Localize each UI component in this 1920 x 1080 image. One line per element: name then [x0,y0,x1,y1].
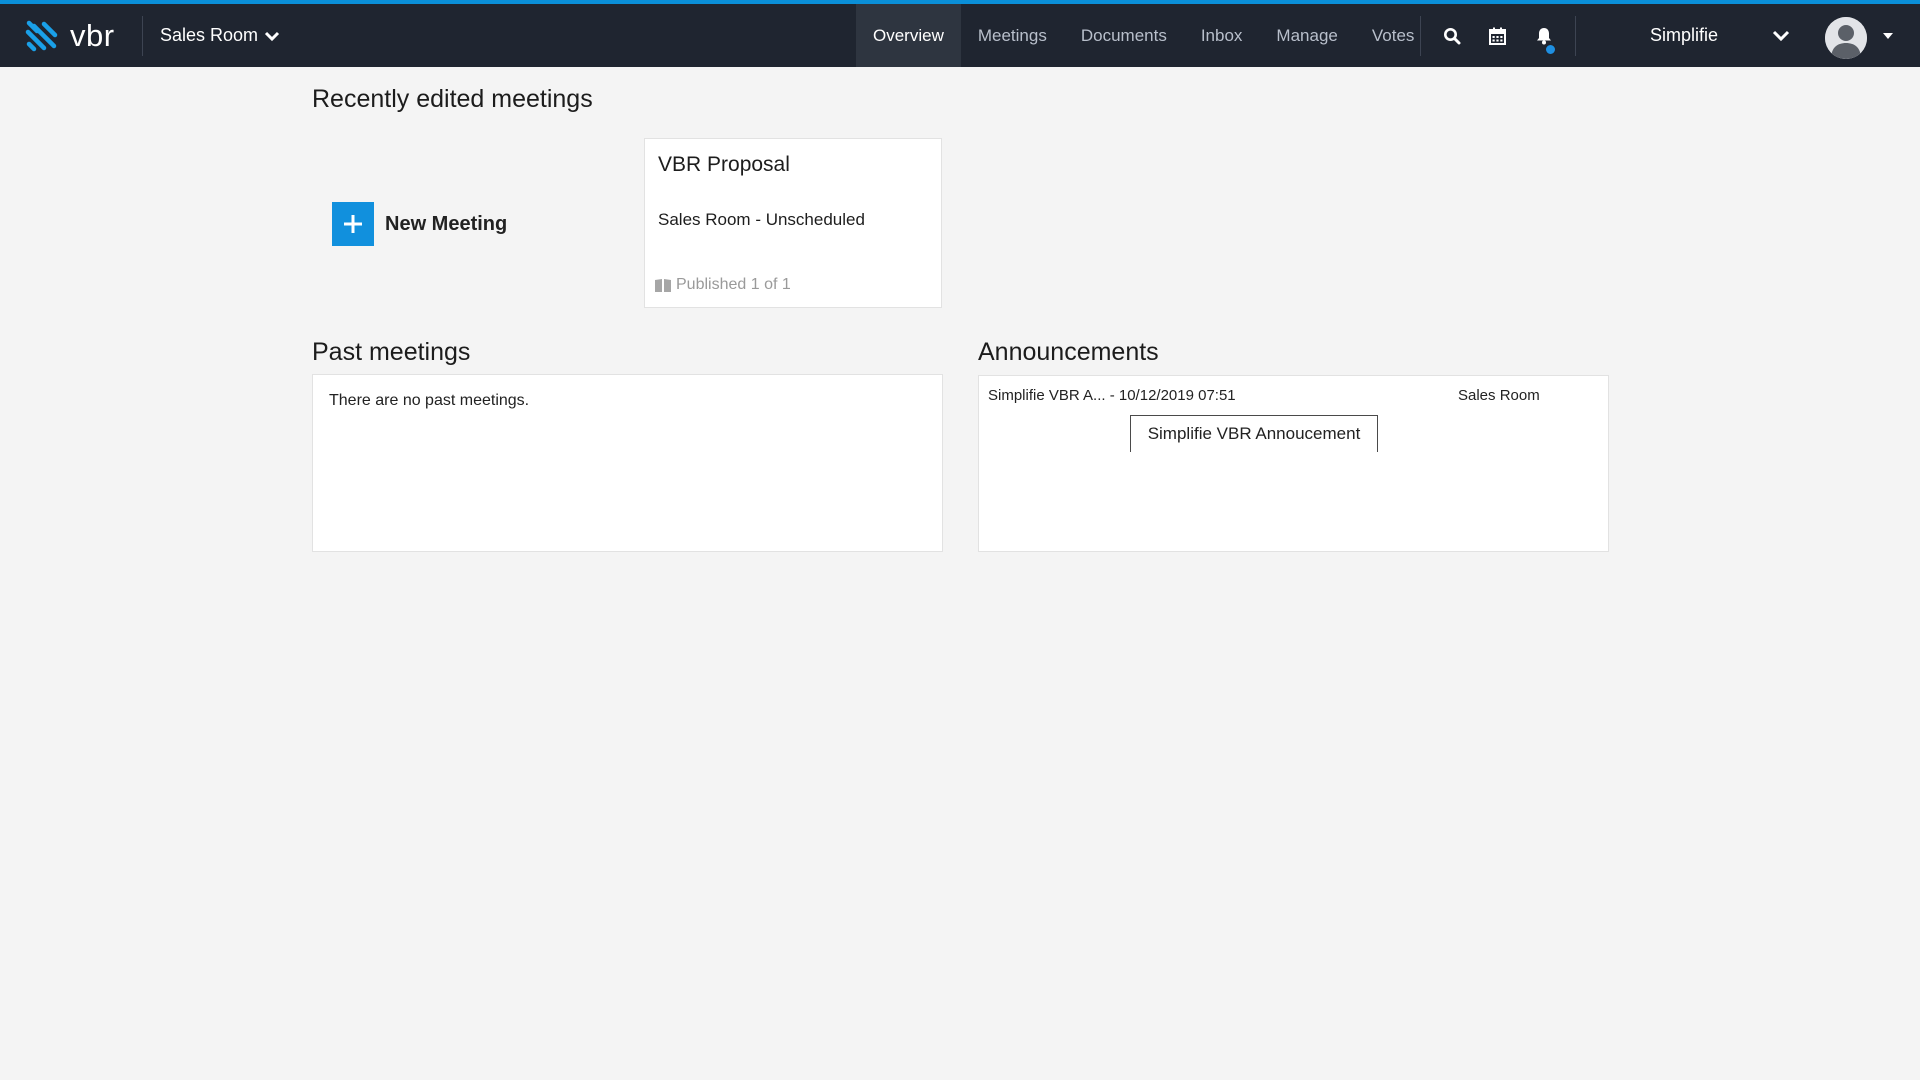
announcement-room: Sales Room [1458,387,1540,404]
search-icon [1444,27,1461,44]
notification-badge [1545,44,1556,55]
new-meeting-label: New Meeting [385,212,508,235]
recent-meetings-title: Recently edited meetings [312,85,593,113]
divider [1575,16,1576,56]
meeting-status: Published 1 of 1 [654,276,791,294]
tab-manage[interactable]: Manage [1259,4,1354,67]
book-open-icon [655,278,671,292]
chevron-down-icon [264,31,280,41]
logo-text: vbr [70,18,115,53]
tab-documents[interactable]: Documents [1064,4,1184,67]
caret-down-icon [1883,32,1893,39]
plus-icon [332,202,374,246]
account-selector[interactable]: Simplifie [1650,4,1718,67]
main-nav: Overview Meetings Documents Inbox Manage… [856,4,1431,67]
meeting-subtitle: Sales Room - Unscheduled [658,210,865,229]
past-meetings-empty-text: There are no past meetings. [329,392,530,409]
past-meetings-panel: There are no past meetings. [312,374,943,552]
announcements-title: Announcements [978,338,1159,366]
vbr-logo[interactable]: vbr [24,18,115,54]
calendar-icon [1488,27,1506,45]
bell-icon [1537,27,1551,44]
room-switcher[interactable]: Sales Room [160,4,280,67]
meeting-status-text: Published 1 of 1 [676,276,791,293]
announcements-panel: Simplifie VBR A... - 10/12/2019 07:51 Sa… [978,375,1609,552]
announcement-tooltip: Simplifie VBR Annoucement [1130,415,1378,452]
meeting-card[interactable]: VBR Proposal Sales Room - Unscheduled Pu… [644,138,942,308]
vbr-logo-icon [25,20,58,52]
new-meeting-button[interactable]: New Meeting [332,202,507,246]
tab-meetings[interactable]: Meetings [961,4,1064,67]
chevron-down-icon [1772,30,1790,41]
top-navigation-bar: vbr Sales Room Overview Meetings Documen… [0,0,1920,67]
tab-overview[interactable]: Overview [856,4,961,67]
divider [1420,16,1421,56]
search-button[interactable] [1434,4,1470,67]
meeting-title: VBR Proposal [658,153,790,176]
room-switcher-label: Sales Room [160,25,259,45]
avatar[interactable] [1825,17,1867,59]
user-menu-toggle[interactable] [1882,4,1894,67]
divider [142,16,143,56]
account-dropdown-toggle[interactable] [1772,4,1790,67]
announcement-meta: Simplifie VBR A... - 10/12/2019 07:51 [988,387,1236,404]
user-avatar-icon [1825,17,1867,59]
account-name: Simplifie [1650,25,1719,45]
calendar-button[interactable] [1479,4,1515,67]
notifications-button[interactable] [1526,4,1562,67]
past-meetings-title: Past meetings [312,338,471,366]
tab-inbox[interactable]: Inbox [1184,4,1260,67]
